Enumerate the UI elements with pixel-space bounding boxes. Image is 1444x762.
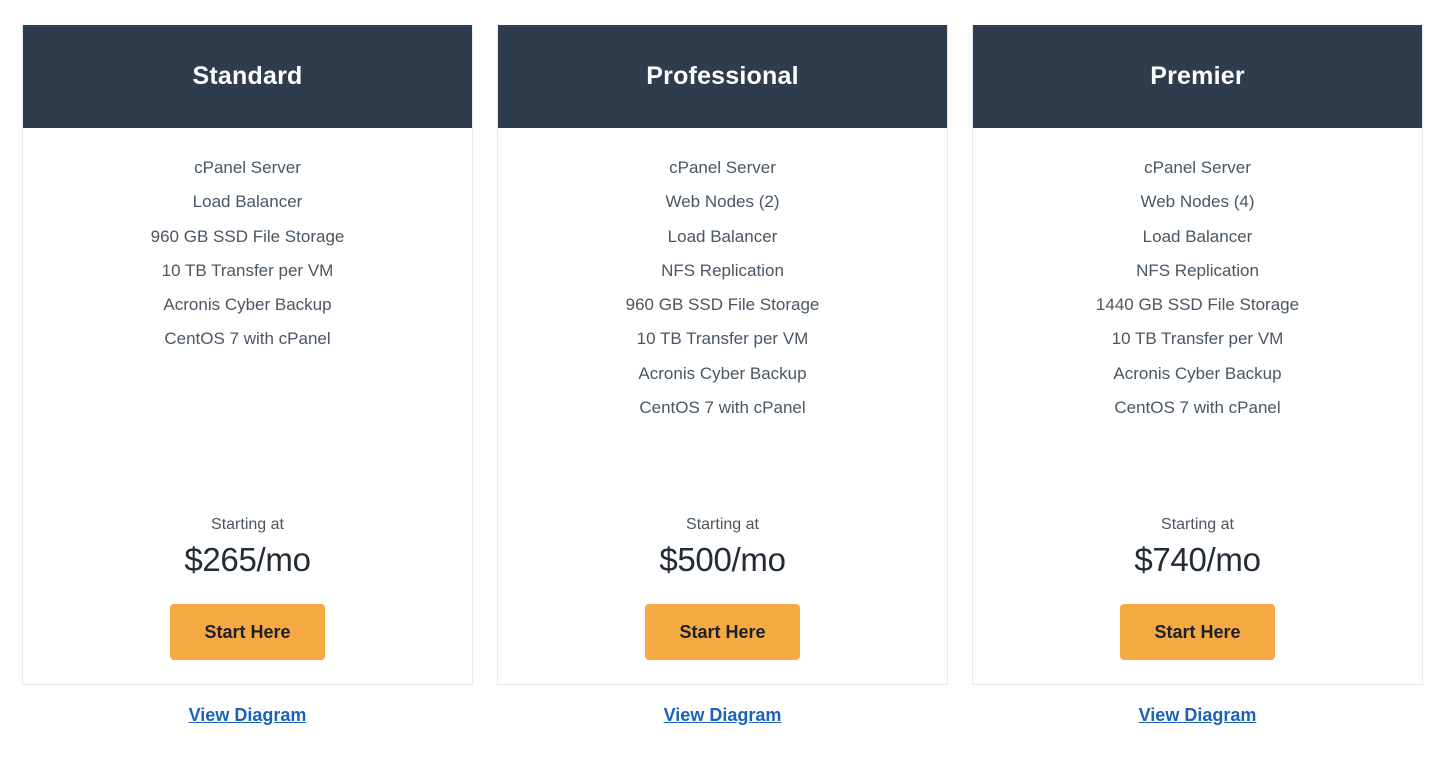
feature-item: 10 TB Transfer per VM <box>161 260 334 280</box>
view-diagram-link[interactable]: View Diagram <box>189 705 307 725</box>
price-label: Starting at <box>211 516 284 533</box>
price-amount: $500/mo <box>659 541 786 578</box>
feature-item: Acronis Cyber Backup <box>1113 363 1282 383</box>
feature-item: NFS Replication <box>661 260 784 280</box>
plan-column-premier: Premier cPanel Server Web Nodes (4) Load… <box>972 25 1423 726</box>
price-amount: $265/mo <box>184 541 311 578</box>
diagram-link-row: View Diagram <box>22 685 473 726</box>
diagram-link-row: View Diagram <box>972 685 1423 726</box>
view-diagram-link[interactable]: View Diagram <box>1139 705 1257 725</box>
feature-list: cPanel Server Web Nodes (4) Load Balance… <box>983 128 1412 425</box>
plan-card: Standard cPanel Server Load Balancer 960… <box>22 25 473 685</box>
plan-title: Professional <box>646 62 799 90</box>
feature-item: Load Balancer <box>1142 226 1253 246</box>
pricing-table: Standard cPanel Server Load Balancer 960… <box>0 0 1444 726</box>
feature-item: NFS Replication <box>1136 260 1259 280</box>
feature-list: cPanel Server Web Nodes (2) Load Balance… <box>508 128 937 425</box>
feature-item: Load Balancer <box>667 226 778 246</box>
plan-column-professional: Professional cPanel Server Web Nodes (2)… <box>497 25 948 726</box>
feature-item: 960 GB SSD File Storage <box>625 295 820 315</box>
price-amount: $740/mo <box>1134 541 1261 578</box>
plan-title: Standard <box>192 62 303 90</box>
feature-item: cPanel Server <box>669 158 776 177</box>
plan-title: Premier <box>1150 62 1245 90</box>
price-label: Starting at <box>686 516 759 533</box>
feature-item: Load Balancer <box>192 192 303 212</box>
feature-list: cPanel Server Load Balancer 960 GB SSD F… <box>33 128 462 357</box>
start-here-button[interactable]: Start Here <box>1120 604 1275 660</box>
start-here-button[interactable]: Start Here <box>170 604 325 660</box>
feature-item: cPanel Server <box>1144 158 1251 177</box>
price-block: Starting at $500/mo Start Here <box>508 514 937 684</box>
feature-item: cPanel Server <box>194 158 301 177</box>
feature-item: Acronis Cyber Backup <box>163 295 332 315</box>
plan-header: Standard <box>23 25 472 128</box>
price-block: Starting at $740/mo Start Here <box>983 514 1412 684</box>
feature-item: 10 TB Transfer per VM <box>1111 329 1284 349</box>
plan-body: cPanel Server Web Nodes (4) Load Balance… <box>973 128 1422 684</box>
feature-item: CentOS 7 with cPanel <box>639 398 806 418</box>
feature-item: Web Nodes (4) <box>1140 192 1255 212</box>
view-diagram-link[interactable]: View Diagram <box>664 705 782 725</box>
feature-item: Acronis Cyber Backup <box>638 363 807 383</box>
feature-item: Web Nodes (2) <box>665 192 780 212</box>
feature-item: CentOS 7 with cPanel <box>1114 398 1281 418</box>
plan-card: Premier cPanel Server Web Nodes (4) Load… <box>972 25 1423 685</box>
price-label: Starting at <box>1161 516 1234 533</box>
plan-header: Professional <box>498 25 947 128</box>
start-here-button[interactable]: Start Here <box>645 604 800 660</box>
plan-body: cPanel Server Web Nodes (2) Load Balance… <box>498 128 947 684</box>
feature-item: 1440 GB SSD File Storage <box>1095 295 1300 315</box>
plan-header: Premier <box>973 25 1422 128</box>
diagram-link-row: View Diagram <box>497 685 948 726</box>
feature-item: 960 GB SSD File Storage <box>150 226 345 246</box>
feature-item: 10 TB Transfer per VM <box>636 329 809 349</box>
plan-column-standard: Standard cPanel Server Load Balancer 960… <box>22 25 473 726</box>
plan-body: cPanel Server Load Balancer 960 GB SSD F… <box>23 128 472 684</box>
plan-card: Professional cPanel Server Web Nodes (2)… <box>497 25 948 685</box>
price-block: Starting at $265/mo Start Here <box>33 514 462 684</box>
feature-item: CentOS 7 with cPanel <box>164 329 331 349</box>
